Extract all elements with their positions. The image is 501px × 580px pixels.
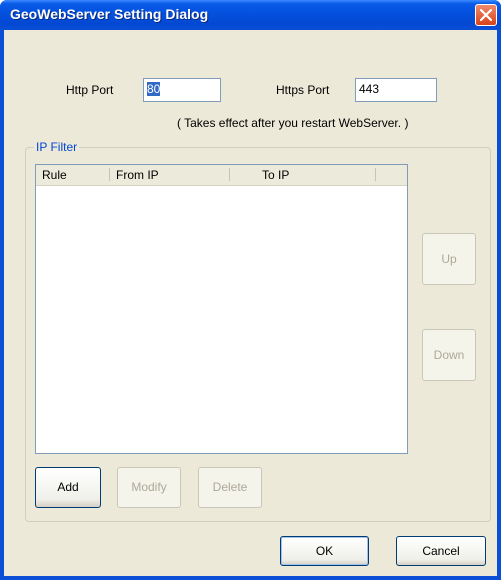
cancel-button[interactable]: Cancel — [396, 536, 486, 566]
ip-filter-legend: IP Filter — [34, 140, 80, 154]
modify-button[interactable]: Modify — [117, 467, 181, 508]
dialog-window: GeoWebServer Setting Dialog Http Port 80… — [0, 0, 501, 580]
down-button[interactable]: Down — [422, 329, 476, 381]
https-port-label: Https Port — [276, 83, 330, 97]
add-button[interactable]: Add — [35, 467, 101, 508]
column-rule[interactable]: Rule — [36, 165, 109, 185]
delete-button[interactable]: Delete — [198, 467, 262, 508]
http-port-label: Http Port — [66, 83, 114, 97]
close-icon — [480, 9, 492, 21]
https-port-input[interactable]: 443 — [355, 78, 437, 102]
column-from-ip[interactable]: From IP — [110, 165, 229, 185]
up-button[interactable]: Up — [422, 233, 476, 285]
dialog-body: Http Port 80 Https Port 443 ( Takes effe… — [4, 30, 497, 576]
http-port-input[interactable]: 80 — [143, 78, 221, 102]
close-button[interactable] — [475, 4, 497, 26]
https-port-value: 443 — [359, 82, 380, 96]
column-to-ip[interactable]: To IP — [256, 165, 374, 185]
restart-note: ( Takes effect after you restart WebServ… — [177, 116, 409, 130]
dialog-title: GeoWebServer Setting Dialog — [10, 6, 209, 22]
title-bar[interactable]: GeoWebServer Setting Dialog — [0, 0, 501, 30]
column-separator[interactable] — [229, 168, 230, 181]
list-header: Rule From IP To IP — [36, 165, 407, 186]
http-port-value: 80 — [147, 82, 161, 96]
ip-filter-list[interactable]: Rule From IP To IP — [35, 164, 408, 454]
column-separator[interactable] — [375, 168, 376, 181]
ok-button[interactable]: OK — [280, 536, 369, 566]
